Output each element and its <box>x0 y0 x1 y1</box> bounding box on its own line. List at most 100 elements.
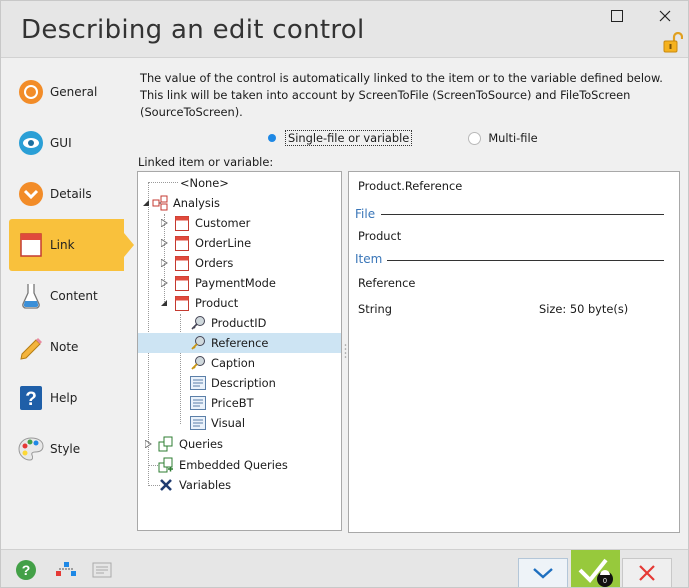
tree-item-file[interactable]: Orders <box>174 253 233 273</box>
tree-item-file[interactable]: OrderLine <box>174 233 251 253</box>
collapse-triangle-icon[interactable] <box>142 199 150 207</box>
sidebar: General GUI Details Link Content Note ? … <box>1 59 134 549</box>
alignment-button[interactable] <box>53 559 79 581</box>
linked-item-label: Linked item or variable: <box>138 155 274 169</box>
close-icon <box>639 565 655 581</box>
tree-item-label: OrderLine <box>195 236 252 250</box>
tree-item-label: Customer <box>195 216 251 230</box>
expand-triangle-icon[interactable] <box>160 259 168 267</box>
sidebar-item-label: General <box>50 85 98 99</box>
sidebar-item-label: Details <box>50 187 92 201</box>
tree-item-variables[interactable]: Variables <box>158 475 231 495</box>
help-button[interactable]: ? <box>15 559 37 581</box>
tree-item-file[interactable]: Product <box>174 293 238 313</box>
sidebar-item-note[interactable]: Note <box>9 321 124 373</box>
tree-item-none[interactable]: <None> <box>180 173 229 193</box>
detail-item-value: Reference <box>358 276 416 290</box>
svg-text:?: ? <box>22 562 31 578</box>
tree-item-key-field[interactable]: Caption <box>190 353 255 373</box>
ok-badge: 0 <box>603 578 607 585</box>
palette-icon <box>16 434 46 464</box>
collapse-triangle-icon[interactable] <box>160 299 168 307</box>
data-file-icon <box>174 235 190 251</box>
key-icon <box>190 335 206 351</box>
tree-item-label: PaymentMode <box>195 276 276 290</box>
tree-item-field[interactable]: Visual <box>190 413 245 433</box>
tree-item-field[interactable]: PriceBT <box>190 393 254 413</box>
detail-type: String <box>358 302 392 316</box>
tree-item-key-field[interactable]: ProductID <box>190 313 266 333</box>
analysis-icon <box>152 195 168 211</box>
tree-item-label: Queries <box>179 437 223 451</box>
key-icon <box>190 355 206 371</box>
variables-icon <box>158 477 174 493</box>
tree-item-label: Embedded Queries <box>179 458 288 472</box>
eye-icon <box>16 128 46 158</box>
expand-triangle-icon[interactable] <box>144 440 152 448</box>
tree-item-file[interactable]: Customer <box>174 213 250 233</box>
tree-item-analysis[interactable]: Analysis <box>152 193 220 213</box>
link-detail-panel: Product.Reference File Product Item Refe… <box>348 171 680 533</box>
expand-triangle-icon[interactable] <box>160 279 168 287</box>
link-description: The value of the control is automaticall… <box>140 70 670 121</box>
unlock-icon[interactable] <box>663 31 684 54</box>
expand-triangle-icon[interactable] <box>160 219 168 227</box>
key-icon <box>190 315 206 331</box>
description-button[interactable] <box>91 560 113 580</box>
maximize-button[interactable] <box>597 4 637 28</box>
radio-indicator <box>468 131 482 145</box>
sidebar-item-general[interactable]: General <box>9 66 124 118</box>
radio-label: Multi-file <box>488 131 538 145</box>
sidebar-item-label: Note <box>50 340 79 354</box>
detail-file-value: Product <box>358 229 402 243</box>
document-icon <box>92 562 112 578</box>
tree-item-queries[interactable]: Queries <box>158 434 223 454</box>
sidebar-item-label: GUI <box>50 136 72 150</box>
tree-item-file[interactable]: PaymentMode <box>174 273 276 293</box>
sidebar-item-gui[interactable]: GUI <box>9 117 124 169</box>
sidebar-item-content[interactable]: Content <box>9 270 124 322</box>
chevron-down-icon <box>533 568 553 579</box>
data-file-icon <box>174 275 190 291</box>
tree-item-label: PriceBT <box>211 396 254 410</box>
cancel-button[interactable] <box>622 558 672 587</box>
sidebar-item-label: Link <box>50 238 75 252</box>
tree-item-label: Analysis <box>173 196 220 210</box>
window-title: Describing an edit control <box>21 15 365 45</box>
more-options-button[interactable] <box>518 558 568 587</box>
tree-item-field[interactable]: Description <box>190 373 276 393</box>
checkmark-icon: 0 <box>578 558 613 587</box>
sidebar-item-link[interactable]: Link <box>9 219 134 271</box>
item-tree[interactable]: <None> Analysis Customer OrderLine Order… <box>137 171 342 531</box>
ok-button[interactable]: 0 <box>571 550 620 587</box>
tree-connector <box>148 182 178 183</box>
expand-triangle-icon[interactable] <box>160 239 168 247</box>
close-button[interactable] <box>645 4 685 28</box>
sidebar-item-label: Style <box>50 442 81 456</box>
sidebar-item-style[interactable]: Style <box>9 423 124 475</box>
embedded-query-icon <box>158 457 174 473</box>
link-table-icon <box>16 230 46 260</box>
tree-item-embedded-queries[interactable]: Embedded Queries <box>158 455 288 475</box>
general-icon <box>16 77 46 107</box>
description-line: The value of the control is automaticall… <box>140 71 663 85</box>
description-line: This link will be taken into account by … <box>140 88 631 102</box>
title-bar: Describing an edit control <box>1 1 688 58</box>
sidebar-item-details[interactable]: Details <box>9 168 124 220</box>
data-file-icon <box>174 215 190 231</box>
tree-item-key-field-selected[interactable]: Reference <box>138 333 341 353</box>
tree-item-label: Reference <box>211 336 269 350</box>
tree-item-label: Caption <box>211 356 255 370</box>
field-icon <box>190 375 206 391</box>
detail-path: Product.Reference <box>358 179 463 193</box>
radio-multi-file[interactable]: Multi-file <box>468 131 538 145</box>
chevron-down-circle-icon <box>16 179 46 209</box>
data-file-icon <box>174 295 190 311</box>
sidebar-item-help[interactable]: ? Help <box>9 372 124 424</box>
field-icon <box>190 395 206 411</box>
radio-single-file[interactable]: Single-file or variable <box>265 130 413 146</box>
tree-item-label: Orders <box>195 256 234 270</box>
splitter-grip[interactable] <box>344 343 347 361</box>
close-icon <box>659 10 671 22</box>
tree-item-label: Description <box>211 376 276 390</box>
